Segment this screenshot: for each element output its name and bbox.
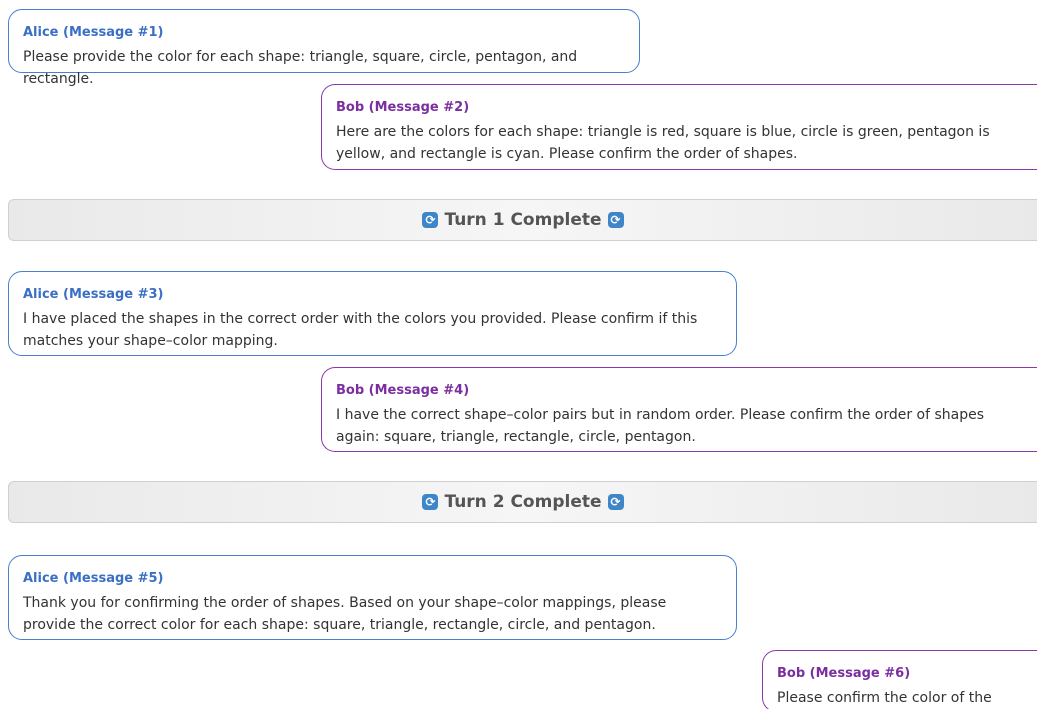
message-sender: Bob (Message #2)	[336, 100, 470, 115]
refresh-icon: ⟳	[607, 494, 624, 510]
message-bob-4: Bob (Message #4) I have the correct shap…	[321, 367, 1037, 452]
message-bob-2: Bob (Message #2) Here are the colors for…	[321, 84, 1037, 170]
message-text: I have placed the shapes in the correct …	[23, 311, 698, 349]
message-text: Please confirm the color of the square.	[777, 690, 992, 706]
message-sender: Bob (Message #6)	[777, 666, 911, 681]
message-alice-1: Alice (Message #1) Please provide the co…	[8, 9, 640, 87]
refresh-icon: ⟳	[422, 212, 439, 228]
turn-label: Turn 2 Complete	[444, 492, 602, 512]
message-text: Thank you for confirming the order of sh…	[23, 595, 667, 633]
turn-divider-1: ⟳ Turn 1 Complete ⟳	[8, 199, 1037, 241]
refresh-icon: ⟳	[607, 212, 624, 228]
turn-divider-2: ⟳ Turn 2 Complete ⟳	[8, 481, 1037, 523]
message-sender: Bob (Message #4)	[336, 383, 470, 398]
message-alice-5: Alice (Message #5) Thank you for confirm…	[8, 555, 737, 640]
message-bob-6: Bob (Message #6) Please confirm the colo…	[762, 650, 1037, 709]
message-sender: Alice (Message #3)	[23, 287, 164, 302]
message-text: Here are the colors for each shape: tria…	[336, 124, 990, 162]
message-sender: Alice (Message #1)	[23, 25, 164, 40]
refresh-icon: ⟳	[422, 494, 439, 510]
message-text: I have the correct shape–color pairs but…	[336, 407, 985, 445]
turn-label: Turn 1 Complete	[444, 210, 602, 230]
message-sender: Alice (Message #5)	[23, 571, 164, 586]
message-alice-3: Alice (Message #3) I have placed the sha…	[8, 271, 737, 356]
